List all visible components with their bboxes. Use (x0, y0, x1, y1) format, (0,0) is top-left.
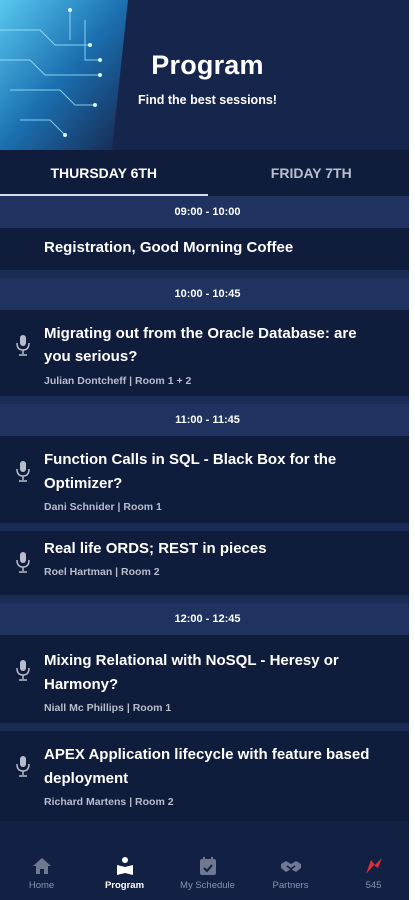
divider (0, 595, 415, 603)
page-title: Program (151, 50, 264, 80)
nav-partners[interactable]: Partners (249, 845, 332, 900)
session-title: Registration, Good Morning Coffee (44, 239, 294, 256)
header: Program Find the best sessions! (0, 0, 415, 150)
session-title-line-1: Migrating out from the Oracle Database: … (44, 325, 357, 342)
nav-home[interactable]: Home (0, 845, 83, 900)
session-title-line-2: deployment (44, 770, 129, 787)
nav-label: My Schedule (180, 880, 235, 891)
session-speaker-room: Richard Martens | Room 2 (44, 796, 174, 808)
session-title-line-2: Harmony? (44, 676, 119, 693)
divider (0, 723, 415, 731)
session-item[interactable]: APEX Application lifecycle with feature … (0, 731, 415, 821)
nav-label: Home (28, 880, 55, 891)
tab-thursday[interactable]: THURSDAY 6TH (0, 150, 208, 196)
nav-program[interactable]: Program (83, 845, 166, 900)
session-speaker-room: Julian Dontcheff | Room 1 + 2 (44, 375, 192, 387)
divider (0, 396, 415, 404)
program-icon (116, 857, 133, 875)
right-edge (409, 0, 415, 900)
session-item[interactable]: Registration, Good Morning Coffee (0, 228, 415, 270)
time-slot-header: 09:00 - 10:00 (0, 196, 415, 228)
session-title-line-1: APEX Application lifecycle with feature … (44, 746, 370, 763)
session-title-line-2: Optimizer? (44, 475, 123, 492)
time-slot-header: 10:00 - 10:45 (0, 278, 415, 310)
session-item[interactable]: Migrating out from the Oracle Database: … (0, 310, 415, 396)
session-speaker-room: Dani Schnider | Room 1 (44, 501, 162, 513)
brand-logo-icon (365, 858, 382, 874)
time-slot-header: 11:00 - 11:45 (0, 404, 415, 436)
session-title-line-1: Mixing Relational with NoSQL - Heresy or (44, 652, 339, 669)
bottom-navigation: Home Program My Schedule Partners 545 (0, 845, 415, 900)
nav-label: Partners (272, 880, 309, 891)
nav-label: 545 (365, 880, 382, 891)
home-icon (32, 858, 51, 874)
time-slot-header: 12:00 - 12:45 (0, 603, 415, 635)
session-title-line-1: Function Calls in SQL - Black Box for th… (44, 451, 337, 468)
calendar-icon (199, 857, 216, 875)
microphone-icon (16, 335, 30, 356)
divider (0, 270, 415, 278)
nav-label: Program (104, 880, 145, 891)
microphone-icon (16, 660, 30, 681)
microphone-icon (16, 461, 30, 482)
microphone-icon (16, 756, 30, 777)
divider (0, 523, 415, 531)
session-title: Real life ORDS; REST in pieces (44, 540, 267, 557)
nav-my-schedule[interactable]: My Schedule (166, 845, 249, 900)
session-item[interactable]: Function Calls in SQL - Black Box for th… (0, 436, 415, 523)
day-tabs: THURSDAY 6TH FRIDAY 7TH (0, 150, 415, 196)
nav-brand[interactable]: 545 (332, 845, 415, 900)
session-item[interactable]: Mixing Relational with NoSQL - Heresy or… (0, 635, 415, 723)
session-item[interactable]: Real life ORDS; REST in pieces Roel Hart… (0, 531, 415, 595)
handshake-icon (280, 861, 301, 872)
session-list: 09:00 - 10:00 Registration, Good Morning… (0, 196, 415, 821)
program-screen: Program Find the best sessions! THURSDAY… (0, 0, 415, 900)
page-subtitle: Find the best sessions! (138, 93, 277, 107)
tab-friday[interactable]: FRIDAY 7TH (208, 150, 415, 196)
session-speaker-room: Roel Hartman | Room 2 (44, 566, 160, 578)
session-title-line-2: you serious? (44, 348, 138, 365)
session-speaker-room: Niall Mc Phillips | Room 1 (44, 702, 172, 714)
microphone-icon (16, 552, 30, 573)
